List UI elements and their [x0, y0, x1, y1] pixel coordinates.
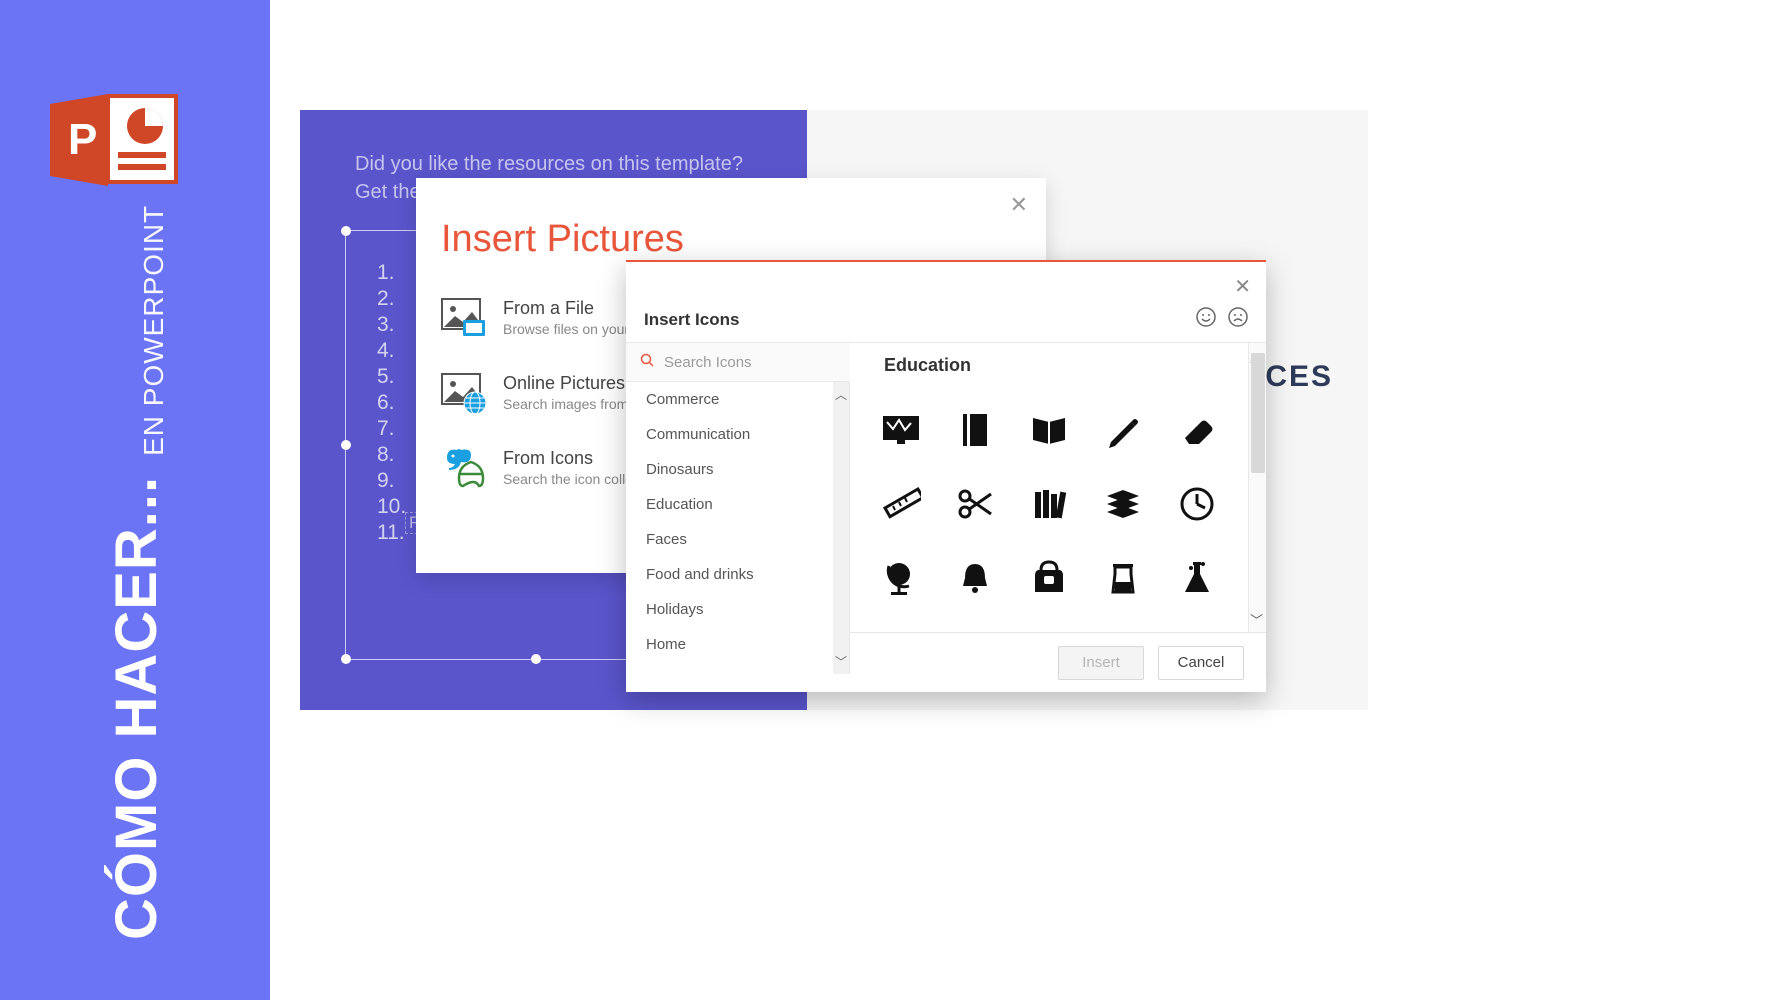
icon-categories-list: Commerce Communication Dinosaurs Educati…: [626, 382, 850, 674]
category-education[interactable]: Education: [626, 487, 849, 522]
dialog-footer: Insert Cancel: [850, 632, 1266, 692]
chevron-down-icon[interactable]: ﹀: [835, 653, 847, 670]
sidebar-title: CÓMO HACER...: [103, 476, 170, 940]
close-icon[interactable]: ✕: [1010, 192, 1028, 218]
option-online-pictures[interactable]: Online Pictures Search images from o: [441, 373, 640, 413]
category-dinosaurs[interactable]: Dinosaurs: [626, 452, 849, 487]
library-icon[interactable]: [1012, 467, 1086, 541]
scrollbar-thumb[interactable]: [1251, 353, 1265, 473]
option-desc: Search images from o: [503, 396, 640, 412]
notebook-icon[interactable]: [938, 393, 1012, 467]
category-holidays[interactable]: Holidays: [626, 592, 849, 627]
picture-online-icon: [441, 373, 489, 413]
category-home[interactable]: Home: [626, 627, 849, 662]
categories-scrollbar[interactable]: ︿ ﹀: [833, 382, 849, 674]
option-desc: Search the icon collec: [503, 471, 640, 487]
selection-handle[interactable]: [531, 654, 541, 664]
search-icon: [640, 353, 654, 371]
clock-icon[interactable]: [1160, 467, 1234, 541]
option-title: From Icons: [503, 448, 640, 469]
blackboard-icon[interactable]: [864, 393, 938, 467]
insert-icons-title: Insert Icons: [644, 310, 739, 330]
tutorial-sidebar: P CÓMO HACER... EN POWERPOINT: [0, 0, 270, 1000]
chevron-down-icon[interactable]: ﹀: [1250, 610, 1263, 629]
backpack-icon[interactable]: [1012, 541, 1086, 615]
selected-category-title: Education: [884, 355, 971, 376]
stacked-books-icon[interactable]: [1086, 467, 1160, 541]
option-from-icons[interactable]: From Icons Search the icon collec: [441, 448, 640, 488]
picture-file-icon: [441, 298, 489, 338]
cancel-button[interactable]: Cancel: [1158, 646, 1244, 680]
picture-icons-icon: [441, 448, 489, 488]
category-faces[interactable]: Faces: [626, 522, 849, 557]
close-icon[interactable]: ✕: [1234, 274, 1251, 299]
category-food-drinks[interactable]: Food and drinks: [626, 557, 849, 592]
option-from-file[interactable]: From a File Browse files on your c: [441, 298, 640, 338]
chevron-up-icon[interactable]: ︿: [835, 386, 847, 403]
insert-button[interactable]: Insert: [1058, 646, 1144, 680]
feedback-happy-icon[interactable]: [1196, 307, 1216, 333]
insert-icons-dialog: ✕ Insert Icons Search Icons Commerce Com…: [626, 260, 1266, 692]
eraser-icon[interactable]: [1160, 393, 1234, 467]
search-placeholder: Search Icons: [664, 354, 752, 371]
option-title: Online Pictures: [503, 373, 640, 394]
sidebar-subtitle: EN POWERPOINT: [138, 205, 170, 456]
option-title: From a File: [503, 298, 640, 319]
selection-handle[interactable]: [341, 654, 351, 664]
bell-icon[interactable]: [938, 541, 1012, 615]
icons-results-pane: Education ︿ ﹀: [850, 342, 1266, 632]
flask-icon[interactable]: [1160, 541, 1234, 615]
search-icons-input[interactable]: Search Icons: [626, 342, 850, 382]
globe-icon[interactable]: [864, 541, 938, 615]
category-commerce[interactable]: Commerce: [626, 382, 849, 417]
icons-scrollbar[interactable]: ︿ ﹀: [1248, 343, 1266, 633]
feedback-sad-icon[interactable]: [1228, 307, 1248, 333]
selection-handle[interactable]: [341, 226, 351, 236]
powerpoint-logo-icon: P: [50, 90, 180, 190]
ruler-icon[interactable]: [864, 467, 938, 541]
option-desc: Browse files on your c: [503, 321, 640, 337]
selection-handle[interactable]: [341, 440, 351, 450]
insert-pictures-title: Insert Pictures: [441, 218, 684, 261]
open-book-icon[interactable]: [1012, 393, 1086, 467]
beaker-icon[interactable]: [1086, 541, 1160, 615]
category-communication[interactable]: Communication: [626, 417, 849, 452]
scissors-icon[interactable]: [938, 467, 1012, 541]
pencil-icon[interactable]: [1086, 393, 1160, 467]
svg-text:P: P: [68, 115, 97, 164]
